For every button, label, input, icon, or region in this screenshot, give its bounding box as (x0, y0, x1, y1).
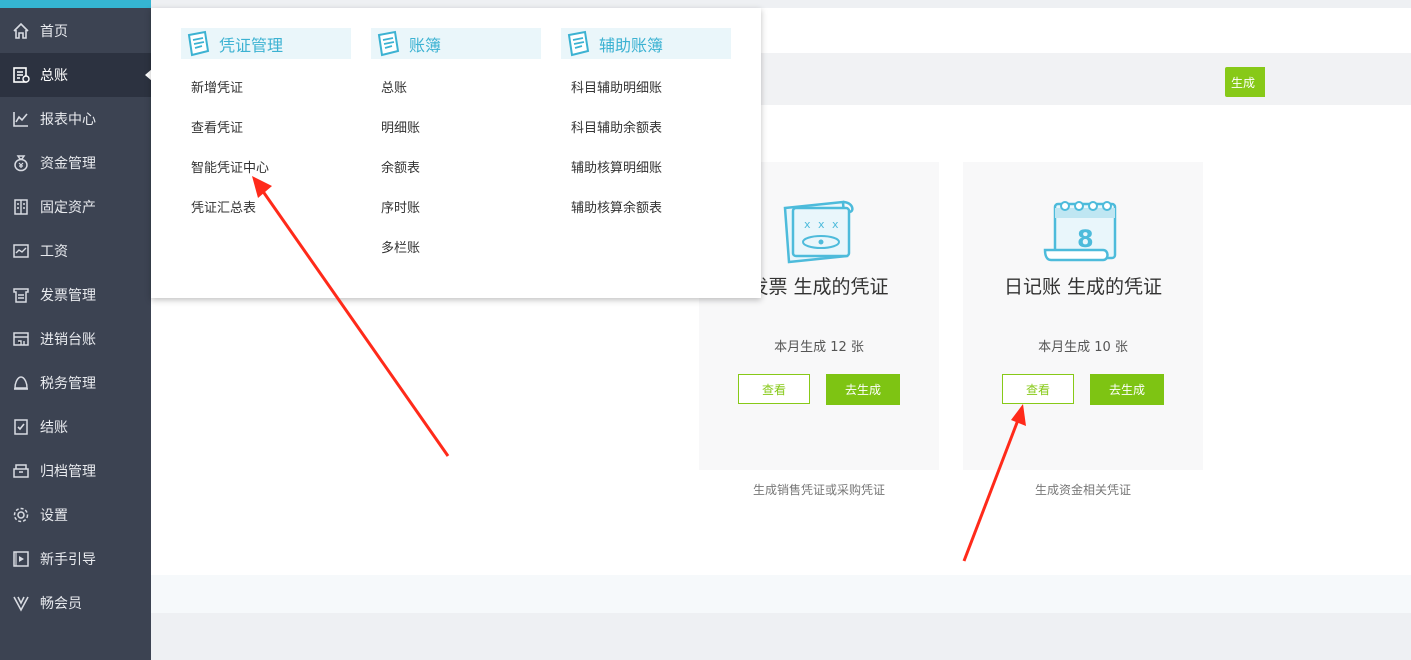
sidebar-item-label: 总账 (40, 68, 68, 84)
sidebar-item-salary[interactable]: 工资 (0, 229, 151, 273)
card-stat: 本月生成 12 张 (774, 340, 864, 355)
calendar-journal-icon: 8 (1041, 198, 1125, 268)
view-button[interactable]: 查看 (1002, 374, 1074, 404)
go-generate-button[interactable]: 去生成 (1090, 374, 1164, 405)
menu-item-general-ledger[interactable]: 总账 (371, 69, 541, 109)
sidebar: 首页 总账 报表中心 资金管理 固定资产 工资 发票管理 进销台账 税务管理 结… (0, 0, 152, 660)
ledger-icon (12, 66, 30, 84)
menu-item-view-voucher[interactable]: 查看凭证 (181, 109, 351, 149)
svg-text:x: x (818, 218, 825, 231)
sidebar-item-label: 工资 (40, 244, 68, 260)
menu-item-balance-sheet[interactable]: 余额表 (371, 149, 541, 189)
sidebar-item-beginner-guide[interactable]: 新手引导 (0, 537, 151, 581)
footer-band (151, 575, 1411, 613)
sidebar-item-purchase-sales-ledger[interactable]: 进销台账 (0, 317, 151, 361)
menu-item-smart-voucher-center[interactable]: 智能凭证中心 (181, 149, 351, 189)
sidebar-item-checkout[interactable]: 结账 (0, 405, 151, 449)
sidebar-item-label: 归档管理 (40, 464, 96, 480)
column-title: 凭证管理 (219, 35, 284, 55)
sidebar-item-label: 进销台账 (40, 332, 96, 348)
report-chart-icon (12, 110, 30, 128)
ledger-books-column: 账簿 总账 明细账 余额表 序时账 多栏账 (371, 28, 541, 269)
sidebar-item-archive-management[interactable]: 归档管理 (0, 449, 151, 493)
column-header: 辅助账簿 (561, 28, 731, 59)
logo-strip (0, 0, 151, 8)
inventory-icon (12, 330, 30, 348)
go-generate-button[interactable]: 去生成 (826, 374, 900, 405)
menu-item-account-aux-balance[interactable]: 科目辅助余额表 (561, 109, 731, 149)
svg-text:x: x (804, 218, 811, 231)
menu-item-new-voucher[interactable]: 新增凭证 (181, 69, 351, 109)
sidebar-item-fixed-assets[interactable]: 固定资产 (0, 185, 151, 229)
sidebar-item-report-center[interactable]: 报表中心 (0, 97, 151, 141)
sidebar-item-label: 结账 (40, 420, 68, 436)
invoice-ticket-icon: x x x (777, 198, 861, 268)
menu-item-voucher-summary[interactable]: 凭证汇总表 (181, 189, 351, 229)
svg-text:x: x (832, 218, 839, 231)
sidebar-item-vip[interactable]: 畅会员 (0, 581, 151, 625)
invoice-icon (12, 286, 30, 304)
money-bag-icon (12, 154, 30, 172)
card-caption: 生成资金相关凭证 (1034, 483, 1131, 497)
sidebar-item-label: 首页 (40, 24, 68, 40)
menu-item-aux-accounting-balance[interactable]: 辅助核算余额表 (561, 189, 731, 229)
voucher-management-column: 凭证管理 新增凭证 查看凭证 智能凭证中心 凭证汇总表 (181, 28, 351, 229)
journal-voucher-card: 8 日记账 生成的凭证 本月生成 10 张 查看 去生成 (963, 162, 1203, 470)
sidebar-item-label: 固定资产 (40, 200, 96, 216)
generate-button[interactable]: 生成 (1225, 67, 1265, 97)
home-icon (12, 22, 30, 40)
column-title: 账簿 (409, 35, 442, 55)
menu-item-account-aux-detail[interactable]: 科目辅助明细账 (561, 69, 731, 109)
notebook-icon (187, 30, 210, 56)
building-icon (12, 198, 30, 216)
card-title: 日记账 生成的凭证 (1003, 276, 1163, 298)
auxiliary-books-column: 辅助账簿 科目辅助明细账 科目辅助余额表 辅助核算明细账 辅助核算余额表 (561, 28, 731, 229)
column-header: 凭证管理 (181, 28, 351, 59)
sidebar-item-label: 报表中心 (40, 112, 96, 128)
card-stat: 本月生成 10 张 (1038, 340, 1128, 355)
column-header: 账簿 (371, 28, 541, 59)
menu-item-aux-accounting-detail[interactable]: 辅助核算明细账 (561, 149, 731, 189)
sidebar-item-label: 资金管理 (40, 156, 96, 172)
view-button[interactable]: 查看 (738, 374, 810, 404)
sidebar-item-settings[interactable]: 设置 (0, 493, 151, 537)
gear-icon (12, 506, 30, 524)
sidebar-item-tax-management[interactable]: 税务管理 (0, 361, 151, 405)
sidebar-item-label: 畅会员 (40, 596, 82, 612)
menu-item-multi-column-ledger[interactable]: 多栏账 (371, 229, 541, 269)
sidebar-item-label: 税务管理 (40, 376, 96, 392)
general-ledger-dropdown-menu: 凭证管理 新增凭证 查看凭证 智能凭证中心 凭证汇总表 账簿 总账 明细账 余额… (151, 8, 761, 298)
card-caption: 生成销售凭证或采购凭证 (752, 483, 885, 497)
sidebar-item-general-ledger[interactable]: 总账 (0, 53, 152, 97)
column-title: 辅助账簿 (599, 35, 664, 55)
salary-icon (12, 242, 30, 260)
menu-item-chronological-ledger[interactable]: 序时账 (371, 189, 541, 229)
video-guide-icon (12, 550, 30, 568)
sidebar-item-label: 设置 (40, 508, 68, 524)
sidebar-item-label: 新手引导 (40, 552, 96, 568)
sidebar-item-invoice-management[interactable]: 发票管理 (0, 273, 151, 317)
tax-icon (12, 374, 30, 392)
notebook-icon (567, 30, 590, 56)
sidebar-item-fund-management[interactable]: 资金管理 (0, 141, 151, 185)
svg-text:8: 8 (1077, 225, 1094, 253)
notebook-icon (377, 30, 400, 56)
checkout-icon (12, 418, 30, 436)
archive-icon (12, 462, 30, 480)
vip-icon (12, 594, 30, 612)
menu-item-detail-ledger[interactable]: 明细账 (371, 109, 541, 149)
sidebar-item-home[interactable]: 首页 (0, 9, 151, 53)
sidebar-item-label: 发票管理 (40, 288, 96, 304)
